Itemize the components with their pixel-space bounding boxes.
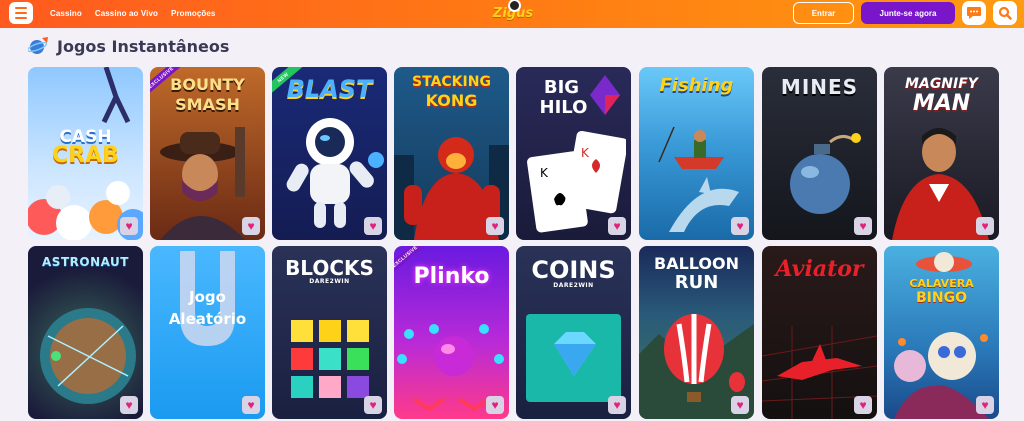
favorite-button[interactable]: ♥ xyxy=(731,217,749,235)
game-tile-stacking-kong[interactable]: STACKING KONG ♥ xyxy=(394,67,509,240)
game-subtitle: DARE2WIN xyxy=(309,278,350,285)
game-tile-aviator[interactable]: Aviator ♥ xyxy=(762,246,877,419)
game-tile-astronaut[interactable]: ASTRONAUT ♥ xyxy=(28,246,143,419)
game-title: MAN xyxy=(912,91,971,116)
game-tile-coins[interactable]: COINS DARE2WIN ♥ xyxy=(516,246,631,419)
favorite-button[interactable]: ♥ xyxy=(731,396,749,414)
rocket-planet-icon xyxy=(28,37,48,54)
join-button[interactable]: Junte-se agora xyxy=(861,2,955,24)
favorite-button[interactable]: ♥ xyxy=(976,396,994,414)
game-title: COINS xyxy=(531,256,616,284)
heart-icon: ♥ xyxy=(125,398,133,412)
favorite-button[interactable]: ♥ xyxy=(976,217,994,235)
favorite-button[interactable]: ♥ xyxy=(854,217,872,235)
heart-icon: ♥ xyxy=(613,219,621,233)
game-title: Plinko xyxy=(413,264,490,289)
game-title: MAGNIFY xyxy=(905,76,978,92)
heart-icon: ♥ xyxy=(981,398,989,412)
heart-icon: ♥ xyxy=(247,219,255,233)
game-title: ASTRONAUT xyxy=(42,255,129,269)
heart-icon: ♥ xyxy=(613,398,621,412)
favorite-button[interactable]: ♥ xyxy=(364,396,382,414)
game-tile-balloon-run[interactable]: BALLOON RUN ♥ xyxy=(639,246,754,419)
game-title: Aviator xyxy=(775,256,864,282)
favorite-button[interactable]: ♥ xyxy=(120,217,138,235)
menu-icon[interactable] xyxy=(9,2,33,24)
game-title: CRAB xyxy=(52,143,119,168)
top-header: Cassino Cassino ao Vivo Promoções Zigus … xyxy=(0,0,1024,28)
search-icon[interactable] xyxy=(993,1,1017,25)
main-nav: Cassino Cassino ao Vivo Promoções xyxy=(50,0,228,26)
game-tile-blast[interactable]: NEW BLAST ♥ xyxy=(272,67,387,240)
game-subtitle: DARE2WIN xyxy=(553,282,594,289)
heart-icon: ♥ xyxy=(369,398,377,412)
game-tile-magnify-man[interactable]: MAGNIFY MAN ♥ xyxy=(884,67,999,240)
section-title: Jogos Instantâneos xyxy=(57,36,230,56)
game-title: BLOCKS xyxy=(285,256,374,280)
game-title: BOUNTY xyxy=(170,75,245,94)
game-title: Aleatório xyxy=(168,310,247,328)
heart-icon: ♥ xyxy=(859,398,867,412)
heart-icon: ♥ xyxy=(736,219,744,233)
game-tile-fishing[interactable]: Fishing ♥ xyxy=(639,67,754,240)
heart-icon: ♥ xyxy=(859,219,867,233)
game-tile-calavera-bingo[interactable]: CALAVERA BINGO ♥ xyxy=(884,246,999,419)
favorite-button[interactable]: ♥ xyxy=(364,217,382,235)
heart-icon: ♥ xyxy=(736,398,744,412)
game-tile-plinko[interactable]: EXCLUSIVE Plinko ♥ xyxy=(394,246,509,419)
nav-cassino-ao-vivo[interactable]: Cassino ao Vivo xyxy=(95,9,158,18)
heart-icon: ♥ xyxy=(247,398,255,412)
section-header: Jogos Instantâneos xyxy=(28,36,229,56)
game-tile-cash-crab[interactable]: CASH CRAB ♥ xyxy=(28,67,143,240)
heart-icon: ♥ xyxy=(369,219,377,233)
site-logo[interactable]: Zigus xyxy=(493,0,533,24)
login-button[interactable]: Entrar xyxy=(793,2,854,24)
nav-promocoes[interactable]: Promoções xyxy=(171,9,215,18)
heart-icon: ♥ xyxy=(125,219,133,233)
chat-icon[interactable] xyxy=(962,1,986,25)
game-tile-bounty-smash[interactable]: EXCLUSIVE BOUNTY SMASH ♥ xyxy=(150,67,265,240)
heart-icon: ♥ xyxy=(981,219,989,233)
game-tile-jogo-aleatorio[interactable]: Jogo Aleatório ♥ xyxy=(150,246,265,419)
favorite-button[interactable]: ♥ xyxy=(486,396,504,414)
game-title: MINES xyxy=(780,75,859,99)
game-title: RUN xyxy=(674,272,719,293)
nav-cassino[interactable]: Cassino xyxy=(50,9,82,18)
favorite-button[interactable]: ♥ xyxy=(608,396,626,414)
game-tile-blocks[interactable]: BLOCKS DARE2WIN ♥ xyxy=(272,246,387,419)
game-title: KONG xyxy=(425,91,478,110)
favorite-button[interactable]: ♥ xyxy=(120,396,138,414)
game-title: Fishing xyxy=(659,75,734,96)
game-title: Jogo xyxy=(189,288,226,306)
game-title: BLAST xyxy=(286,75,373,103)
favorite-button[interactable]: ♥ xyxy=(486,217,504,235)
svg-text:K: K xyxy=(581,146,590,160)
favorite-button[interactable]: ♥ xyxy=(854,396,872,414)
game-title: SMASH xyxy=(175,95,240,114)
favorite-button[interactable]: ♥ xyxy=(242,217,260,235)
favorite-button[interactable]: ♥ xyxy=(608,217,626,235)
heart-icon: ♥ xyxy=(491,219,499,233)
game-tile-big-hilo[interactable]: BIG HILO K K ♥ xyxy=(516,67,631,240)
game-title: STACKING xyxy=(412,74,491,90)
game-title: BALLOON xyxy=(654,254,739,273)
favorite-button[interactable]: ♥ xyxy=(242,396,260,414)
game-tile-mines[interactable]: MINES ♥ xyxy=(762,67,877,240)
svg-text:K: K xyxy=(540,166,549,180)
heart-icon: ♥ xyxy=(491,398,499,412)
